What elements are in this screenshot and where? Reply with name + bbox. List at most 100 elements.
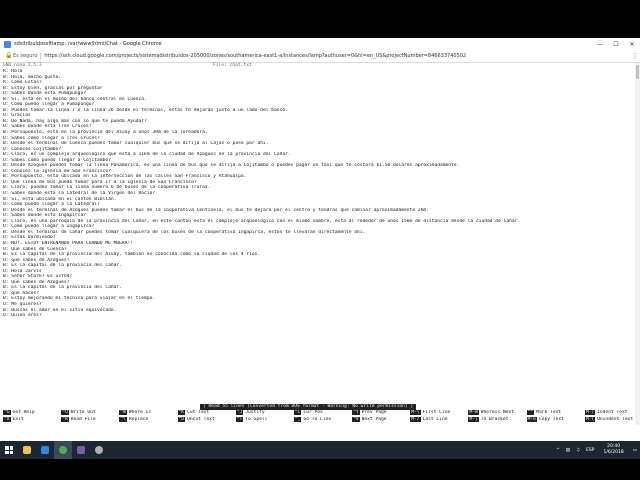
- shortcut-key: ^V: [352, 417, 360, 422]
- shortcut-label: Indent Text: [597, 410, 628, 415]
- shortcut-label: Uncut Text: [187, 417, 215, 422]
- shortcut-item: ^W Where Is: [116, 410, 174, 417]
- shortcut-item: M-] To Bracket: [465, 417, 523, 424]
- minimize-button[interactable]: —: [592, 38, 608, 50]
- steam-icon: [95, 446, 103, 454]
- shortcut-key: ^\: [119, 417, 127, 422]
- clock[interactable]: 20:40 1/6/2018: [598, 444, 630, 456]
- shortcut-key: ^R: [61, 417, 69, 422]
- shortcut-label: Copy Text: [538, 417, 564, 422]
- shortcut-key: M-\: [410, 410, 421, 415]
- taskbar-steam[interactable]: [90, 441, 108, 459]
- shortcut-item: ^O Write Out: [58, 410, 116, 417]
- secure-label[interactable]: Es seguro: [13, 53, 37, 59]
- shortcut-key: ^T: [235, 417, 244, 422]
- visual-studio-icon: [77, 446, 85, 454]
- shortcut-key: ^_: [293, 417, 302, 422]
- shortcut-item: ^U Uncut Text: [175, 417, 233, 424]
- shortcut-key: M-]: [468, 417, 479, 422]
- chrome-icon: [59, 446, 67, 454]
- shortcut-key: ^X: [3, 417, 11, 422]
- shortcut-label: WhereIs Next: [480, 410, 514, 415]
- text-line: U: Quien eres?: [3, 313, 42, 319]
- nano-filename: File: chat.txt: [213, 63, 252, 68]
- shortcut-item: M-} Indent Text: [582, 410, 640, 417]
- menu-icon[interactable]: ⋮: [630, 52, 640, 60]
- shortcut-label: First Line: [422, 410, 451, 415]
- shortcut-key: ^G: [3, 410, 11, 415]
- shortcut-label: Exit: [12, 417, 24, 422]
- text-area[interactable]: R: Hola B: Hola, mucho gusto. R: Como Esta…: [0, 69, 640, 319]
- network-icon[interactable]: ▤: [563, 448, 573, 453]
- shortcut-key: M-{: [584, 417, 596, 422]
- shortcut-key: ^Y: [352, 410, 360, 415]
- shortcut-label: Get Help: [12, 410, 35, 415]
- shortcut-key: ^^: [526, 410, 535, 415]
- shortcut-item: ^^ Mark Text: [524, 410, 582, 417]
- shortcut-key: ^C: [293, 410, 302, 415]
- shortcut-item: ^K Cut Text: [175, 410, 233, 417]
- url-field[interactable]: https://ssh.cloud.google.com/projects/si…: [44, 53, 630, 59]
- taskbar: ^ ▤ ♫ ESP 20:40 1/6/2018 ▭: [0, 441, 640, 459]
- shortcut-bar: ^G Get Help ^O Write Out ^W Where Is ^K Cut Tex…: [0, 410, 640, 424]
- shortcut-key: M-}: [584, 410, 596, 415]
- shortcut-label: To Bracket: [480, 417, 509, 422]
- tray-arrow-icon[interactable]: ^: [553, 448, 563, 453]
- clock-date: 1/6/2018: [603, 450, 624, 455]
- shortcut-label: Prev Page: [361, 410, 387, 415]
- shortcut-label: Justify: [245, 410, 265, 415]
- scrollbar-thumb[interactable]: [636, 65, 639, 79]
- shortcut-label: Go To Line: [303, 417, 332, 422]
- folder-icon: [23, 446, 31, 454]
- shortcut-key: ^K: [177, 410, 186, 415]
- shortcut-key: M-W: [468, 410, 479, 415]
- taskbar-visual-studio[interactable]: [72, 441, 90, 459]
- shortcut-item: ^J Justify: [233, 410, 291, 417]
- shortcut-key: ^O: [61, 410, 69, 415]
- divider: [40, 52, 42, 60]
- shortcut-label: Replace: [128, 417, 149, 422]
- shortcut-item: ^_ Go To Line: [291, 417, 349, 424]
- shortcut-label: Write Out: [70, 410, 96, 415]
- close-button[interactable]: ✕: [624, 38, 640, 50]
- shortcut-label: Cut Text: [187, 410, 210, 415]
- taskbar-explorer[interactable]: [18, 441, 36, 459]
- maximize-button[interactable]: ☐: [608, 38, 624, 50]
- shortcut-label: Read File: [70, 417, 96, 422]
- shortcut-item: ^V Next Page: [349, 417, 407, 424]
- taskbar-chrome[interactable]: [54, 441, 72, 459]
- language-indicator[interactable]: ESP: [583, 448, 597, 453]
- taskbar-store[interactable]: [36, 441, 54, 459]
- shortcut-item: M-6 Copy Text: [524, 417, 582, 424]
- system-tray: ^ ▤ ♫ ESP 20:40 1/6/2018 ▭: [553, 441, 640, 459]
- shortcut-label: Cur Pos: [303, 410, 323, 415]
- shortcut-item: ^T To Spell: [233, 417, 291, 424]
- shortcut-item: M-/Last Line: [407, 417, 465, 424]
- shortcut-item: ^\ Replace: [116, 417, 174, 424]
- shortcut-item: ^Y Prev Page: [349, 410, 407, 417]
- store-icon: [41, 446, 49, 454]
- shortcut-label: Mark Text: [536, 410, 562, 415]
- volume-icon[interactable]: ♫: [573, 448, 583, 453]
- browser-window: sdsitribuidossftlamp: /var/www/html/Chat…: [0, 38, 640, 459]
- shortcut-label: Last Line: [422, 417, 448, 422]
- shortcut-item: ^X Exit: [0, 417, 58, 424]
- lock-icon[interactable]: 🔒: [5, 53, 12, 59]
- shortcut-item: M-{Unindent Text: [582, 417, 640, 424]
- shortcut-item: ^R Read File: [58, 417, 116, 424]
- shortcut-key: ^J: [235, 410, 244, 415]
- nano-version: GNU nano 2.5.3: [3, 63, 42, 68]
- start-button[interactable]: [0, 441, 18, 459]
- shortcut-item: ^C Cur Pos: [291, 410, 349, 417]
- window-title: sdsitribuidossftlamp: /var/www/html/Chat…: [14, 41, 162, 47]
- shortcut-key: M-/: [410, 417, 421, 422]
- notifications-icon[interactable]: ▭: [630, 448, 640, 453]
- shortcut-key: ^W: [119, 410, 127, 415]
- terminal[interactable]: GNU nano 2.5.3 File: chat.txt R: Hola B: …: [0, 63, 640, 425]
- address-bar[interactable]: 🔒 Es seguro https://ssh.cloud.google.com…: [0, 50, 640, 63]
- shortcut-label: Unindent Text: [597, 417, 634, 422]
- shortcut-label: To Spell: [245, 417, 268, 422]
- shortcut-label: Next Page: [361, 417, 387, 422]
- shortcut-item: M-\ First Line: [407, 410, 465, 417]
- scrollbar[interactable]: [635, 63, 640, 425]
